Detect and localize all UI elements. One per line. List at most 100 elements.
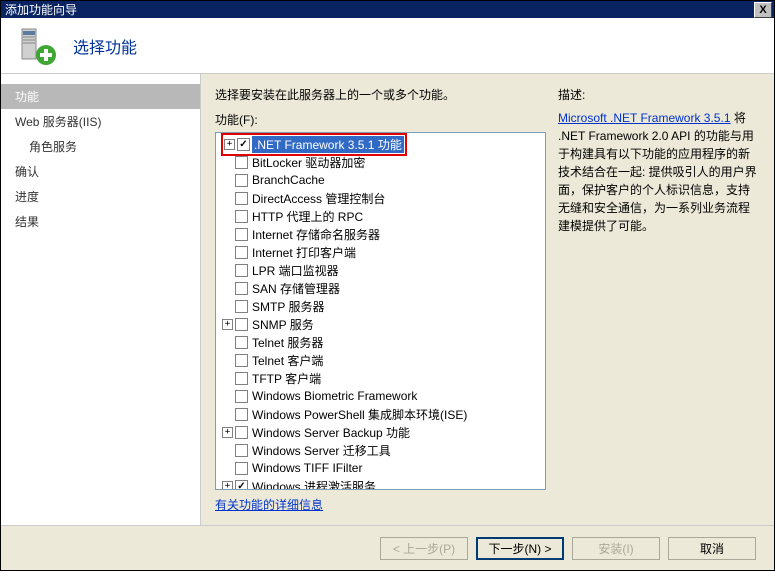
checkbox[interactable] <box>235 192 248 205</box>
tree-item[interactable]: Windows Server 迁移工具 <box>218 441 543 459</box>
expand-spacer <box>222 175 233 186</box>
checkbox[interactable] <box>235 174 248 187</box>
tree-item[interactable]: Internet 打印客户端 <box>218 243 543 261</box>
checkbox[interactable] <box>235 210 248 223</box>
checkbox[interactable] <box>235 426 248 439</box>
checkbox[interactable] <box>235 372 248 385</box>
expand-spacer <box>222 445 233 456</box>
tree-item-label: SNMP 服务 <box>250 316 316 333</box>
tree-item-label: Telnet 客户端 <box>250 352 325 369</box>
sidebar-item-5[interactable]: 结果 <box>1 209 200 234</box>
expand-spacer <box>222 247 233 258</box>
tree-item-label: Windows Biometric Framework <box>250 389 419 403</box>
tree-item-label: Windows Server 迁移工具 <box>250 442 393 459</box>
expand-spacer <box>222 337 233 348</box>
checkbox[interactable] <box>235 318 248 331</box>
header: 选择功能 <box>1 18 774 74</box>
checkbox[interactable] <box>235 228 248 241</box>
page-title: 选择功能 <box>73 34 137 58</box>
expand-icon[interactable]: + <box>222 319 233 330</box>
tree-item[interactable]: LPR 端口监视器 <box>218 261 543 279</box>
tree-item-label: Internet 打印客户端 <box>250 244 358 261</box>
checkbox[interactable] <box>235 462 248 475</box>
checkbox[interactable] <box>235 408 248 421</box>
tree-item[interactable]: + SNMP 服务 <box>218 315 543 333</box>
sidebar: 功能Web 服务器(IIS)角色服务确认进度结果 <box>1 74 201 525</box>
expand-spacer <box>222 265 233 276</box>
checkbox[interactable] <box>235 282 248 295</box>
tree-item[interactable]: BitLocker 驱动器加密 <box>218 153 543 171</box>
checkbox[interactable] <box>235 354 248 367</box>
expand-spacer <box>222 301 233 312</box>
checkbox[interactable] <box>235 246 248 259</box>
expand-spacer <box>222 211 233 222</box>
tree-item-label: Telnet 服务器 <box>250 334 325 351</box>
tree-item[interactable]: TFTP 客户端 <box>218 369 543 387</box>
cancel-button[interactable]: 取消 <box>668 537 756 560</box>
tree-item-label: TFTP 客户端 <box>250 370 323 387</box>
tree-item-label: Internet 存储命名服务器 <box>250 226 382 243</box>
tree-item-label: BitLocker 驱动器加密 <box>250 154 367 171</box>
tree-item[interactable]: Windows TIFF IFilter <box>218 459 543 477</box>
expand-icon[interactable]: + <box>224 139 235 150</box>
checkbox[interactable] <box>235 390 248 403</box>
checkbox[interactable] <box>235 480 248 491</box>
sidebar-item-3[interactable]: 确认 <box>1 159 200 184</box>
expand-icon[interactable]: + <box>222 427 233 438</box>
tree-item[interactable]: Internet 存储命名服务器 <box>218 225 543 243</box>
checkbox[interactable] <box>235 264 248 277</box>
tree-item-label: LPR 端口监视器 <box>250 262 341 279</box>
tree-item[interactable]: Windows PowerShell 集成脚本环境(ISE) <box>218 405 543 423</box>
expand-spacer <box>222 193 233 204</box>
main-prompt: 选择要安装在此服务器上的一个或多个功能。 <box>215 86 546 103</box>
sidebar-item-0[interactable]: 功能 <box>1 84 200 109</box>
titlebar[interactable]: 添加功能向导 X <box>1 1 774 18</box>
tree-item-label: Windows Server Backup 功能 <box>250 424 412 441</box>
sidebar-item-1[interactable]: Web 服务器(IIS) <box>1 109 200 134</box>
expand-spacer <box>222 373 233 384</box>
checkbox[interactable] <box>235 336 248 349</box>
checkbox[interactable] <box>235 156 248 169</box>
prev-button: < 上一步(P) <box>380 537 468 560</box>
description-text: 将 .NET Framework 2.0 API 的功能与用于构建具有以下功能的… <box>558 111 757 233</box>
tree-item[interactable]: HTTP 代理上的 RPC <box>218 207 543 225</box>
tree-item-label: Windows 进程激活服务 <box>250 478 378 491</box>
checkbox[interactable] <box>237 138 250 151</box>
features-label: 功能(F): <box>215 111 546 128</box>
checkbox[interactable] <box>235 444 248 457</box>
expand-spacer <box>222 409 233 420</box>
description-panel: 描述: Microsoft .NET Framework 3.5.1 将 .NE… <box>558 86 760 513</box>
tree-item[interactable]: Windows Biometric Framework <box>218 387 543 405</box>
more-info-link[interactable]: 有关功能的详细信息 <box>215 496 546 513</box>
sidebar-item-4[interactable]: 进度 <box>1 184 200 209</box>
sidebar-item-2[interactable]: 角色服务 <box>1 134 200 159</box>
tree-item-label: HTTP 代理上的 RPC <box>250 208 365 225</box>
expand-icon[interactable]: + <box>222 481 233 491</box>
titlebar-text: 添加功能向导 <box>5 1 754 18</box>
tree-item[interactable]: Telnet 客户端 <box>218 351 543 369</box>
expand-spacer <box>222 229 233 240</box>
expand-spacer <box>222 157 233 168</box>
tree-item[interactable]: SMTP 服务器 <box>218 297 543 315</box>
checkbox[interactable] <box>235 300 248 313</box>
tree-item[interactable]: BranchCache <box>218 171 543 189</box>
tree-item[interactable]: Telnet 服务器 <box>218 333 543 351</box>
next-button[interactable]: 下一步(N) > <box>476 537 564 560</box>
expand-spacer <box>222 355 233 366</box>
description-link[interactable]: Microsoft .NET Framework 3.5.1 <box>558 111 731 125</box>
tree-item-label: SMTP 服务器 <box>250 298 326 315</box>
tree-item[interactable]: +.NET Framework 3.5.1 功能 <box>218 135 543 153</box>
tree-item[interactable]: SAN 存储管理器 <box>218 279 543 297</box>
tree-item[interactable]: + Windows Server Backup 功能 <box>218 423 543 441</box>
close-icon[interactable]: X <box>754 2 772 18</box>
tree-item-label: Windows PowerShell 集成脚本环境(ISE) <box>250 406 469 423</box>
tree-item-label: BranchCache <box>250 173 327 187</box>
install-button: 安装(I) <box>572 537 660 560</box>
features-tree[interactable]: +.NET Framework 3.5.1 功能BitLocker 驱动器加密 B… <box>215 132 546 490</box>
tree-item[interactable]: + Windows 进程激活服务 <box>218 477 543 490</box>
description-title: 描述: <box>558 86 760 103</box>
expand-spacer <box>222 283 233 294</box>
expand-spacer <box>222 391 233 402</box>
tree-item[interactable]: DirectAccess 管理控制台 <box>218 189 543 207</box>
tree-item-label: DirectAccess 管理控制台 <box>250 190 387 207</box>
